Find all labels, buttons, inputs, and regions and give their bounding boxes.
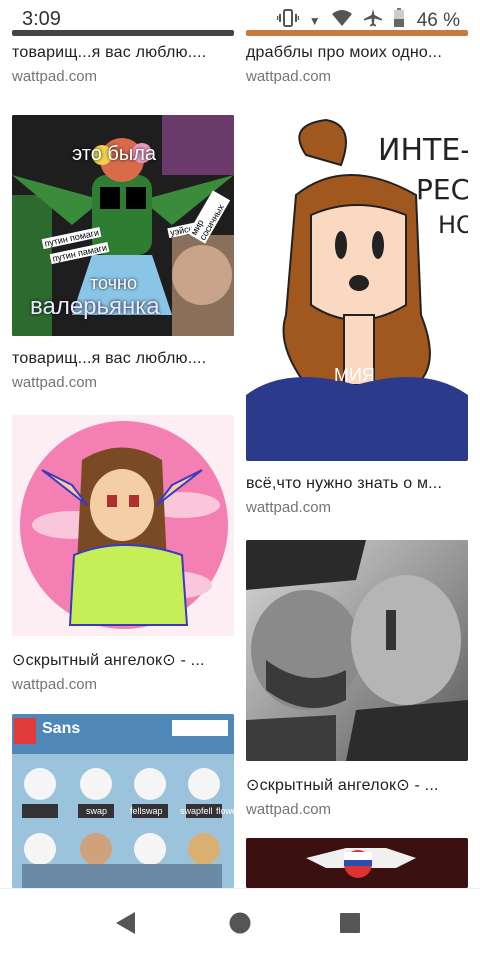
- image-label-text: flowe: [216, 806, 234, 816]
- result-thumbnail[interactable]: [246, 540, 468, 761]
- navigation-bar: [0, 888, 480, 961]
- back-triangle-icon: [115, 911, 137, 940]
- result-caption[interactable]: товарищ...я вас люблю....: [12, 44, 232, 62]
- result-source: wattpad.com: [12, 676, 98, 693]
- result-caption[interactable]: ⊙скрытный ангелок⊙ - ...: [246, 775, 466, 795]
- result-card[interactable]: Sans swap fellswap swapfell flowe: [12, 714, 234, 888]
- drawing-text: РЕС: [416, 173, 468, 206]
- home-button[interactable]: [210, 889, 270, 961]
- result-card[interactable]: товарищ...я вас люблю.... wattpad.com: [12, 30, 234, 85]
- result-thumbnail[interactable]: [246, 30, 468, 36]
- image-label-text: swap: [86, 806, 108, 816]
- battery-percent: 46 %: [416, 10, 460, 31]
- result-source: wattpad.com: [12, 374, 98, 391]
- result-thumbnail[interactable]: ИНТЕ- РЕС НО МИЯ: [246, 115, 468, 461]
- result-caption[interactable]: товарищ...я вас люблю....: [12, 350, 232, 368]
- recents-square-icon: [339, 912, 361, 939]
- drawing-text: ИНТЕ-: [378, 133, 468, 168]
- result-source: wattpad.com: [246, 68, 332, 85]
- recents-button[interactable]: [320, 889, 380, 961]
- result-card[interactable]: [246, 838, 468, 888]
- result-thumbnail[interactable]: [12, 415, 234, 636]
- status-time: 3:09: [22, 8, 61, 30]
- image-title-text: Sans: [42, 720, 81, 737]
- result-caption[interactable]: всё,что нужно знать о м...: [246, 475, 466, 493]
- meme-text-top: это была: [72, 143, 157, 165]
- meme-text-mid: точно: [90, 273, 137, 293]
- result-source: wattpad.com: [246, 499, 332, 516]
- image-label-text: swapfell: [180, 806, 213, 816]
- result-card[interactable]: это была точно валерьянка путин помаги п…: [12, 115, 234, 391]
- signal-dropdown-icon: ▼: [308, 14, 321, 28]
- result-caption[interactable]: ⊙скрытный ангелок⊙ - ...: [12, 650, 232, 670]
- back-button[interactable]: [96, 889, 156, 961]
- result-caption[interactable]: драбблы про моих одно...: [246, 44, 466, 62]
- drawing-text: НО: [438, 211, 468, 239]
- result-source: wattpad.com: [246, 801, 332, 818]
- result-source: wattpad.com: [12, 68, 98, 85]
- shirt-text: МИЯ: [334, 365, 375, 385]
- result-thumbnail[interactable]: [246, 838, 468, 888]
- result-card[interactable]: ИНТЕ- РЕС НО МИЯ всё,что нужно знать о м…: [246, 115, 468, 516]
- meme-text-bottom: валерьянка: [30, 293, 160, 320]
- result-thumbnail[interactable]: [12, 30, 234, 36]
- result-card[interactable]: ⊙скрытный ангелок⊙ - ... wattpad.com: [246, 540, 468, 818]
- result-card[interactable]: ⊙скрытный ангелок⊙ - ... wattpad.com: [12, 415, 234, 693]
- result-thumbnail[interactable]: Sans swap fellswap swapfell flowe: [12, 714, 234, 888]
- home-circle-icon: [229, 912, 251, 939]
- result-thumbnail[interactable]: это была точно валерьянка путин помаги п…: [12, 115, 234, 336]
- result-card[interactable]: драбблы про моих одно... wattpad.com: [246, 30, 468, 85]
- image-label-text: fellswap: [130, 806, 163, 816]
